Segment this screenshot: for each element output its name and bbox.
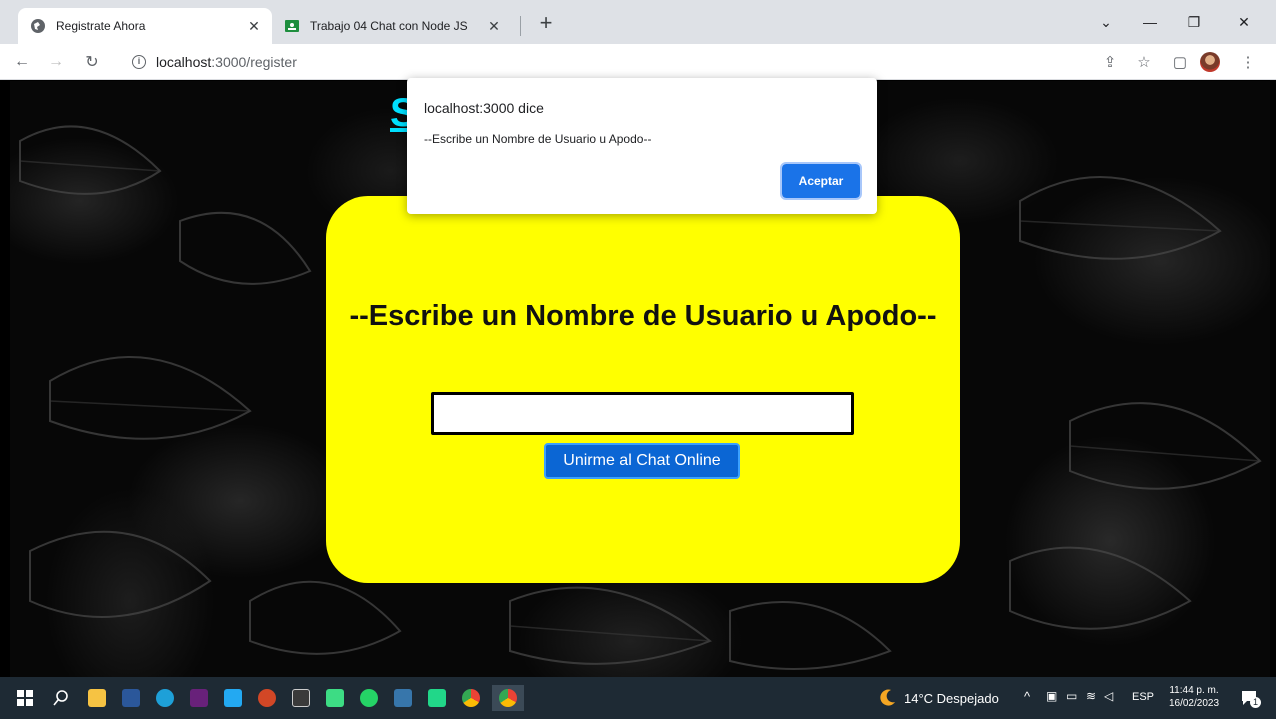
browser-toolbar: ← → ↻ i localhost:3000/register ⇪ ☆ ▢ ⋮ xyxy=(0,44,1276,80)
globe-icon xyxy=(30,18,46,34)
avatar xyxy=(1200,52,1220,72)
clock[interactable]: 11:44 p. m. 16/02/2023 xyxy=(1162,684,1226,710)
tab-trabajo-04[interactable]: Trabajo 04 Chat con Node JS ✕ xyxy=(272,8,512,44)
tab-separator xyxy=(520,16,521,36)
battery-icon[interactable]: ▭ xyxy=(1066,689,1077,703)
language-indicator[interactable]: ESP xyxy=(1132,691,1154,703)
pycharm-icon[interactable] xyxy=(424,685,450,711)
username-input[interactable] xyxy=(431,392,854,435)
clock-time: 11:44 p. m. xyxy=(1169,685,1219,696)
tray-app-icon[interactable]: ▣ xyxy=(1046,689,1057,703)
tab-search-icon[interactable]: ⌄ xyxy=(1084,8,1128,36)
chrome-profile-icon[interactable] xyxy=(492,685,524,711)
menu-kebab-icon[interactable]: ⋮ xyxy=(1236,50,1260,74)
close-window-button[interactable]: ✕ xyxy=(1222,8,1266,36)
forward-icon[interactable]: → xyxy=(44,50,68,74)
address-path: :3000/register xyxy=(211,54,297,70)
address-host: localhost xyxy=(156,54,212,70)
back-icon[interactable]: ← xyxy=(10,50,34,74)
windows-taskbar: 14°C Despejado ^ ▣ ▭ ≋ ◁ ESP 11:44 p. m.… xyxy=(0,677,1276,719)
dialog-ok-button[interactable]: Aceptar xyxy=(780,162,862,200)
card-heading: --Escribe un Nombre de Usuario u Apodo-- xyxy=(349,300,937,332)
minimize-button[interactable]: — xyxy=(1128,8,1172,36)
word-icon[interactable] xyxy=(118,685,144,711)
chrome-icon[interactable] xyxy=(458,685,484,711)
volume-icon[interactable]: ◁ xyxy=(1104,689,1113,703)
weather-moon-icon xyxy=(874,685,900,711)
reload-icon[interactable]: ↻ xyxy=(80,50,104,74)
python-icon[interactable] xyxy=(390,685,416,711)
dialog-message: --Escribe un Nombre de Usuario u Apodo-- xyxy=(424,132,652,146)
terminal-icon[interactable] xyxy=(288,685,314,711)
whatsapp-icon[interactable] xyxy=(356,685,382,711)
file-explorer-icon[interactable] xyxy=(84,685,110,711)
bookmark-star-icon[interactable]: ☆ xyxy=(1132,50,1156,74)
join-chat-button[interactable]: Unirme al Chat Online xyxy=(544,443,740,479)
tab-title: Trabajo 04 Chat con Node JS xyxy=(310,19,468,33)
edge-icon[interactable] xyxy=(152,685,178,711)
android-icon[interactable] xyxy=(322,685,348,711)
screen: Registrate Ahora ✕ Trabajo 04 Chat con N… xyxy=(0,0,1276,719)
notification-center-icon[interactable]: 1 xyxy=(1236,685,1262,711)
vscode-icon[interactable] xyxy=(220,685,246,711)
wifi-icon[interactable]: ≋ xyxy=(1086,689,1096,703)
new-tab-button[interactable]: + xyxy=(534,12,558,36)
info-icon[interactable]: i xyxy=(132,55,146,69)
close-tab-icon[interactable]: ✕ xyxy=(486,18,502,34)
tray-chevron-icon[interactable]: ^ xyxy=(1024,689,1030,704)
clock-date: 16/02/2023 xyxy=(1168,698,1220,709)
close-tab-icon[interactable]: ✕ xyxy=(246,18,262,34)
register-card: --Escribe un Nombre de Usuario u Apodo--… xyxy=(326,196,960,583)
tab-title: Registrate Ahora xyxy=(56,19,146,33)
share-icon[interactable]: ⇪ xyxy=(1098,50,1122,74)
windows-start-icon[interactable] xyxy=(12,685,38,711)
alert-dialog: localhost:3000 dice --Escribe un Nombre … xyxy=(407,78,877,214)
dev-icon[interactable] xyxy=(186,685,212,711)
weather-text[interactable]: 14°C Despejado xyxy=(904,691,999,706)
tab-bar: Registrate Ahora ✕ Trabajo 04 Chat con N… xyxy=(0,0,1276,44)
search-icon[interactable] xyxy=(48,685,74,711)
tab-registrate-ahora[interactable]: Registrate Ahora ✕ xyxy=(18,8,272,44)
dialog-title: localhost:3000 dice xyxy=(424,100,544,116)
powerpoint-icon[interactable] xyxy=(254,685,280,711)
classroom-icon xyxy=(284,18,300,34)
side-panel-icon[interactable]: ▢ xyxy=(1168,50,1192,74)
restore-button[interactable]: ❐ xyxy=(1172,8,1216,36)
notification-count: 1 xyxy=(1250,697,1261,708)
profile-avatar[interactable] xyxy=(1198,50,1222,74)
address-bar[interactable]: i localhost:3000/register xyxy=(118,48,1088,76)
